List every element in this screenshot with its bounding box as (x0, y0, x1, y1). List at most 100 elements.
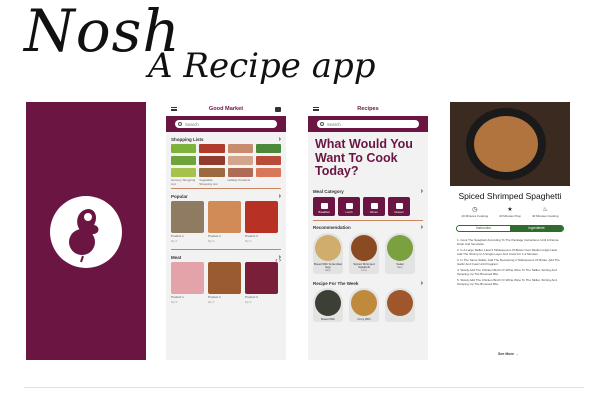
recipe-card[interactable]: Salad Easy (385, 232, 415, 275)
category-row: Breakfast Lunch Dinner Dessert (308, 196, 428, 216)
shopping-lists-heading[interactable]: Shopping Lists › (166, 134, 286, 144)
recipe-card[interactable]: Bread With Scrambled Egg Easy (313, 232, 343, 275)
recipes-headline: What Would You Want To Cook Today? (315, 137, 413, 178)
category-lunch[interactable]: Lunch (338, 196, 360, 216)
shop-thumb[interactable] (255, 168, 281, 177)
shop-thumb[interactable] (171, 168, 197, 177)
chef-beet-icon (69, 209, 99, 263)
chevron-right-icon: › (420, 224, 423, 231)
brand-tagline: A Recipe app (148, 46, 376, 86)
meat-row: Product 1 Rp 0 Product 2 Rp 0 Product 3 … (166, 262, 286, 304)
product-price: Rp 0 (208, 239, 215, 244)
category-breakfast[interactable]: Breakfast (313, 196, 335, 216)
recipe-card[interactable] (385, 288, 415, 322)
shop-label: Grocery Shopping List (171, 178, 196, 186)
see-more-link[interactable]: See More → (498, 352, 519, 356)
shop-thumb[interactable] (171, 156, 197, 165)
search-placeholder: Search (327, 121, 341, 127)
stat-cooking: ◷ 40 Minutes Cooking (461, 207, 489, 218)
stat-heat: ♨ 40 Minutes Cooking (531, 207, 559, 218)
shop-thumb[interactable] (199, 156, 225, 165)
shopping-grid (166, 144, 286, 177)
product-card[interactable]: Product 3 Rp 0 (245, 262, 278, 304)
search-icon (320, 122, 324, 126)
shop-thumb[interactable] (255, 156, 281, 165)
menu-icon[interactable] (171, 107, 177, 111)
product-card[interactable]: Product 1 Rp 0 (171, 201, 204, 243)
recipe-card[interactable]: Curry With (349, 288, 379, 322)
shop-thumb[interactable] (227, 144, 253, 153)
recipes-title: Recipes (357, 106, 379, 112)
shop-thumb[interactable] (227, 156, 253, 165)
meal-category-heading[interactable]: Meal Category › (308, 187, 428, 197)
shop-thumb[interactable] (199, 168, 225, 177)
market-search-input[interactable]: Search (175, 120, 277, 128)
category-dessert[interactable]: Dessert (388, 196, 410, 216)
market-title: Good Market (208, 106, 244, 112)
recipes-search-input[interactable]: Search (317, 120, 419, 128)
dish-title: Spiced Shrimped Spaghetti (458, 191, 562, 201)
recipe-card[interactable]: Spiced Shrimped Spaghetti Level (349, 232, 379, 275)
recipe-meta: Easy (397, 265, 403, 269)
app-logo (50, 196, 122, 268)
stat-prep: ★ 40 Minutes Prep (499, 207, 521, 218)
recipe-name: Spiced Shrimped Spaghetti (353, 261, 375, 269)
instruction-steps: 1. Cook The Spaghetti According To The P… (450, 232, 570, 286)
search-icon (178, 122, 182, 126)
shop-thumb[interactable] (227, 168, 253, 177)
breakfast-icon (320, 202, 328, 209)
category-dinner[interactable]: Dinner (363, 196, 385, 216)
cart-icon[interactable] (274, 106, 281, 112)
product-price: Rp 0 (245, 239, 252, 244)
lunch-icon (345, 202, 353, 209)
product-image (245, 262, 278, 295)
divider (24, 387, 584, 388)
recipe-name: Curry With (357, 317, 371, 322)
chevron-right-icon: › (278, 135, 281, 143)
product-image (171, 262, 204, 295)
market-search-bar: Search (166, 116, 286, 132)
recipes-screen: Recipes Search What Would You Want To Co… (308, 102, 428, 360)
search-placeholder: Search (185, 121, 199, 127)
divider (171, 188, 281, 190)
product-card[interactable]: Product 3 Rp 0 (245, 201, 278, 243)
product-image (171, 201, 204, 234)
divider (313, 219, 423, 221)
shop-label: Vegetable Shopping List (199, 178, 218, 186)
recipe-card[interactable]: Bread With (313, 288, 343, 322)
chevron-right-icon: › (420, 279, 423, 287)
shopping-labels: Grocery Shopping List Vegetable Shopping… (166, 177, 286, 186)
recipe-image (351, 234, 377, 261)
recipe-image (387, 234, 413, 261)
carousel-arrows[interactable]: ‹ › (275, 258, 281, 264)
popular-heading[interactable]: Popular › (166, 191, 286, 201)
product-card[interactable]: Product 2 Rp 0 (208, 201, 241, 243)
product-price: Rp 0 (171, 239, 178, 244)
shop-thumb[interactable] (255, 144, 281, 153)
week-row: Bread With Curry With (308, 288, 428, 322)
recommendation-heading[interactable]: Recommendation › (308, 223, 428, 233)
divider (171, 249, 281, 251)
tab-ingredients[interactable]: Ingredients (510, 225, 563, 231)
product-card[interactable]: Product 1 Rp 0 (171, 262, 204, 304)
dish-photo (450, 102, 570, 186)
tab-instruction[interactable]: Instruction (457, 225, 510, 231)
menu-icon[interactable] (313, 107, 319, 111)
stats-row: ◷ 40 Minutes Cooking ★ 40 Minutes Prep ♨ 40… (450, 201, 570, 218)
meat-heading[interactable]: Meat › (166, 252, 286, 262)
recipe-meta: Level (361, 269, 367, 273)
shop-thumb[interactable] (171, 144, 197, 153)
recipe-image (315, 290, 341, 317)
popular-row: Product 1 Rp 0 Product 2 Rp 0 Product 3 … (166, 201, 286, 243)
dessert-icon (395, 202, 403, 209)
step-item: 1. Cook The Spaghetti According To The P… (457, 237, 560, 246)
dinner-icon (370, 202, 378, 209)
chevron-right-icon: › (420, 188, 423, 195)
week-heading[interactable]: Recipe For The Week › (308, 278, 428, 288)
shop-thumb[interactable] (199, 144, 225, 153)
product-price: Rp 0 (245, 299, 252, 304)
product-card[interactable]: Product 2 Rp 0 (208, 262, 241, 304)
recipe-name: Bread With Scrambled Egg (314, 261, 342, 269)
step-item: 3. In The Same Skillet, Add The Remainin… (457, 257, 560, 266)
recipe-image (351, 290, 377, 317)
